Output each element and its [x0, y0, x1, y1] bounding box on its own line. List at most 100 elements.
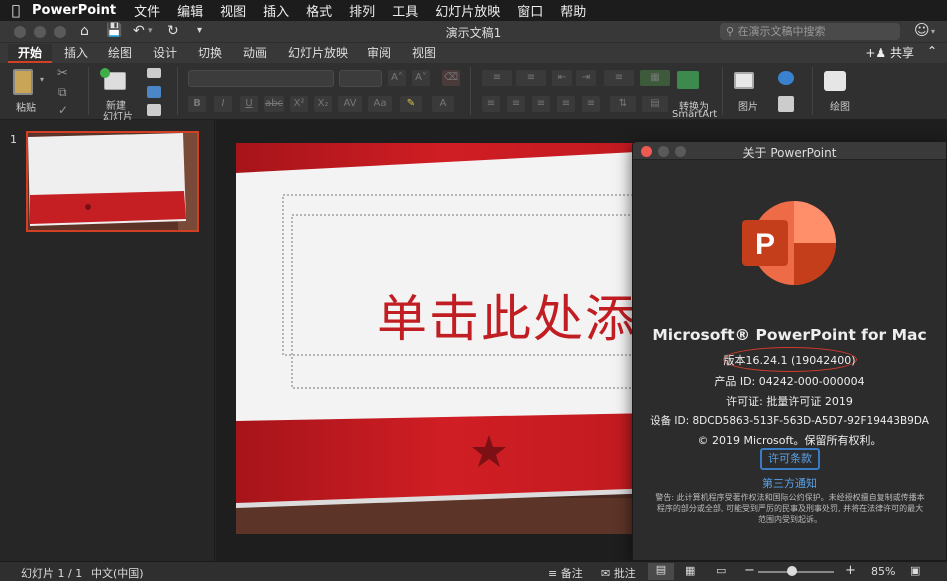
menu-window[interactable]: 窗口: [517, 1, 543, 20]
subscript-button[interactable]: X₂: [314, 96, 332, 112]
underline-button[interactable]: U: [240, 96, 258, 112]
menu-arrange[interactable]: 排列: [349, 1, 375, 20]
svg-text:P: P: [755, 228, 775, 261]
collapse-ribbon-icon[interactable]: ⌃: [927, 44, 937, 58]
picture-icon[interactable]: [734, 72, 754, 89]
third-party-notices-link[interactable]: 第三方通知: [633, 475, 946, 491]
menu-format[interactable]: 格式: [306, 1, 332, 20]
feedback-dropdown-icon[interactable]: ▾: [931, 27, 935, 36]
strikethrough-button[interactable]: abc: [264, 96, 284, 112]
comment-icon: ✉: [601, 567, 614, 580]
slide-thumbnail-1[interactable]: [26, 131, 199, 232]
fit-to-window-icon[interactable]: ▣: [910, 564, 920, 577]
section-icon[interactable]: [147, 104, 161, 116]
font-color-icon[interactable]: A: [432, 96, 454, 112]
change-case-icon[interactable]: Aa: [368, 96, 392, 112]
tab-view[interactable]: 视图: [412, 44, 436, 63]
align-left-icon[interactable]: ≡: [482, 96, 500, 112]
tab-draw[interactable]: 绘图: [108, 44, 132, 63]
language-indicator[interactable]: 中文(中国): [91, 565, 144, 581]
clear-format-icon[interactable]: ⌫: [442, 70, 460, 86]
macos-menu-bar:  PowerPoint 文件 编辑 视图 插入 格式 排列 工具 幻灯片放映 …: [0, 0, 947, 21]
justify-icon[interactable]: ≡: [557, 96, 575, 112]
ribbon-tabs: 开始 插入 绘图 设计 切换 动画 幻灯片放映 审阅 视图 +♟ 共享 ⌃: [0, 43, 947, 63]
bold-button[interactable]: B: [188, 96, 206, 112]
menu-tools[interactable]: 工具: [392, 1, 418, 20]
menu-file[interactable]: 文件: [134, 1, 160, 20]
share-button[interactable]: +♟ 共享: [865, 44, 914, 61]
search-box[interactable]: ⚲ 在演示文稿中搜索: [720, 23, 900, 40]
picture-label[interactable]: 图片: [738, 98, 758, 113]
char-spacing-icon[interactable]: AV: [338, 96, 362, 112]
comments-button[interactable]: ✉ 批注: [601, 565, 636, 581]
thumbnail-preview: [28, 133, 197, 230]
app-menu[interactable]: PowerPoint: [32, 3, 116, 18]
search-icon: ⚲: [726, 25, 735, 38]
align-right-icon[interactable]: ≡: [532, 96, 550, 112]
zoom-level[interactable]: 85%: [871, 565, 895, 578]
zoom-in-icon[interactable]: +: [845, 563, 856, 578]
slide-1[interactable]: 单击此处添: [236, 143, 656, 534]
smiley-feedback-icon[interactable]: ☺: [914, 21, 930, 39]
font-size-dropdown[interactable]: [339, 70, 382, 87]
decrease-font-icon[interactable]: A˅: [412, 70, 430, 86]
numbering-icon[interactable]: ≡: [516, 70, 546, 86]
tab-insert[interactable]: 插入: [64, 44, 88, 63]
align-center-icon[interactable]: ≡: [507, 96, 525, 112]
slide-sorter-icon[interactable]: ▦: [685, 564, 695, 577]
reset-slide-icon[interactable]: [147, 86, 161, 98]
menu-slideshow[interactable]: 幻灯片放映: [435, 1, 500, 20]
bullets-icon[interactable]: ≡: [482, 70, 512, 86]
smartart-icon[interactable]: [677, 71, 699, 89]
font-name-dropdown[interactable]: [188, 70, 334, 87]
license-info: 许可证: 批量许可证 2019: [726, 395, 853, 408]
notes-label: 备注: [560, 567, 583, 580]
tab-review[interactable]: 审阅: [367, 44, 391, 63]
notes-button[interactable]: ≡ 备注: [548, 565, 583, 581]
convert-smartart-label-2[interactable]: SmartArt: [672, 109, 717, 120]
format-painter-icon[interactable]: ✓: [58, 103, 68, 117]
text-direction-icon[interactable]: ⇅: [610, 96, 636, 112]
distribute-icon[interactable]: ≡: [582, 96, 600, 112]
copy-icon[interactable]: ⧉: [58, 85, 67, 100]
increase-font-icon[interactable]: A˄: [388, 70, 406, 86]
menu-help[interactable]: 帮助: [560, 1, 586, 20]
copyright: © 2019 Microsoft。保留所有权利。: [697, 434, 882, 447]
legal-warning: 警告: 此计算机程序受著作权法和国际公约保护。未经授权擅自复制或传播本程序的部分…: [655, 493, 925, 524]
line-spacing-icon[interactable]: ≡: [604, 70, 634, 86]
superscript-button[interactable]: X²: [290, 96, 308, 112]
decrease-indent-icon[interactable]: ⇤: [552, 70, 572, 86]
arrange-icon[interactable]: [824, 71, 846, 91]
align-text-icon[interactable]: ▤: [642, 96, 668, 112]
ribbon-separator: [470, 67, 471, 115]
shapes-icon[interactable]: [778, 71, 794, 85]
menu-edit[interactable]: 编辑: [177, 1, 203, 20]
tab-home[interactable]: 开始: [8, 44, 53, 63]
zoom-out-icon[interactable]: −: [744, 563, 755, 578]
apple-menu-icon[interactable]: : [0, 3, 32, 19]
share-label: 共享: [889, 46, 914, 60]
title-placeholder[interactable]: 单击此处添: [377, 279, 637, 351]
highlight-icon[interactable]: ✎: [400, 96, 422, 112]
tab-slideshow[interactable]: 幻灯片放映: [288, 44, 348, 63]
reading-view-icon[interactable]: ▭: [716, 564, 726, 577]
menu-insert[interactable]: 插入: [263, 1, 289, 20]
paste-dropdown-icon[interactable]: ▾: [40, 75, 44, 84]
ribbon-home: ▾ 粘贴 ✂ ⧉ ✓ 新建 幻灯片 A˄ A˅ ⌫ B I U abc X² X…: [0, 63, 947, 123]
tab-design[interactable]: 设计: [153, 44, 177, 63]
menu-view[interactable]: 视图: [220, 1, 246, 20]
columns-icon[interactable]: ▦: [640, 70, 670, 86]
increase-indent-icon[interactable]: ⇥: [576, 70, 596, 86]
clipboard-icon[interactable]: [13, 69, 33, 95]
draw-label[interactable]: 绘图: [830, 98, 850, 113]
paste-label[interactable]: 粘贴: [16, 99, 36, 114]
textbox-icon[interactable]: [778, 96, 794, 112]
normal-view-icon[interactable]: ▤: [648, 563, 674, 580]
layout-icon[interactable]: [147, 68, 161, 78]
tab-animations[interactable]: 动画: [243, 44, 267, 63]
license-terms-button[interactable]: 许可条款: [760, 448, 820, 470]
zoom-slider-thumb[interactable]: [787, 566, 798, 576]
cut-icon[interactable]: ✂: [57, 66, 68, 81]
italic-button[interactable]: I: [214, 96, 232, 112]
tab-transitions[interactable]: 切换: [198, 44, 222, 63]
